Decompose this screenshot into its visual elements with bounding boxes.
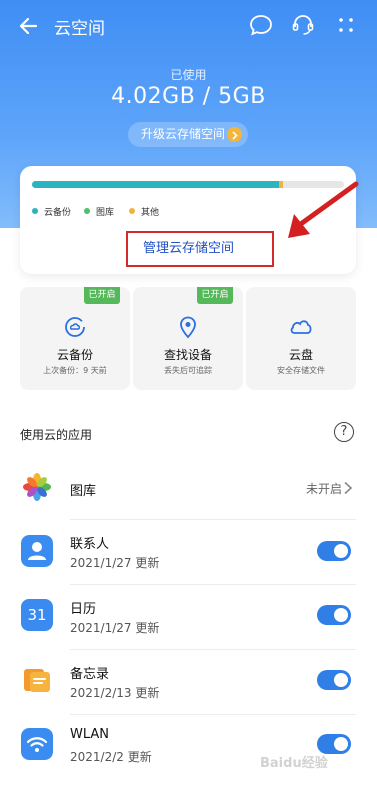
feature-name: 云备份 xyxy=(56,348,93,362)
app-name: 图库 xyxy=(70,484,97,499)
help-icon[interactable]: ? xyxy=(334,422,354,442)
feature-tile-cloud-drive[interactable]: 云盘 安全存储文件 xyxy=(246,287,356,390)
app-row-contacts: 联系人 2021/1/27 更新 xyxy=(0,520,377,585)
more-options-icon[interactable] xyxy=(333,12,359,38)
gallery-flower-icon xyxy=(23,473,51,501)
headset-support-icon[interactable] xyxy=(290,12,316,38)
upgrade-storage-label: 升级云存储空间 xyxy=(141,127,226,141)
legend-cloud-backup: 云备份 xyxy=(32,205,71,218)
app-update-date: 2021/1/27 更新 xyxy=(70,621,160,635)
location-pin-icon xyxy=(180,316,196,339)
feature-tile-cloud-backup[interactable]: 已开启 云备份 上次备份：9 天前 xyxy=(20,287,130,390)
legend-other: 其他 xyxy=(129,205,159,218)
feature-name: 云盘 xyxy=(288,348,313,362)
sync-toggle[interactable] xyxy=(317,670,351,690)
back-arrow-icon[interactable] xyxy=(16,12,44,40)
storage-usage-value: 4.02GB / 5GB xyxy=(111,84,266,109)
enabled-badge: 已开启 xyxy=(197,287,233,304)
feature-subtitle: 丢失后可追踪 xyxy=(164,366,212,375)
enabled-badge: 已开启 xyxy=(84,287,120,304)
app-name: 日历 xyxy=(70,602,97,617)
chevron-right-icon xyxy=(227,127,242,142)
cloud-backup-icon xyxy=(65,317,85,337)
feature-subtitle: 安全存储文件 xyxy=(277,366,325,375)
toggle-knob xyxy=(334,737,348,751)
sync-toggle[interactable] xyxy=(317,605,351,625)
app-status: 未开启 xyxy=(306,482,343,496)
app-row-calendar: 31 日历 2021/1/27 更新 xyxy=(0,585,377,650)
wifi-icon xyxy=(21,728,53,760)
upgrade-storage-button[interactable]: 升级云存储空间 xyxy=(128,122,248,147)
feature-tile-find-device[interactable]: 已开启 查找设备 丢失后可追踪 xyxy=(133,287,243,390)
legend-gallery: 图库 xyxy=(84,205,114,218)
app-update-date: 2021/2/13 更新 xyxy=(70,686,160,700)
toggle-knob xyxy=(334,544,348,558)
page-title: 云空间 xyxy=(54,19,105,39)
toggle-knob xyxy=(334,608,348,622)
app-name: WLAN xyxy=(70,727,110,742)
chevron-right-icon xyxy=(344,481,353,495)
message-icon[interactable] xyxy=(248,12,274,38)
app-row-notes: 备忘录 2021/2/13 更新 xyxy=(0,650,377,715)
navigation-bar: 云空间 xyxy=(0,0,377,52)
app-name: 联系人 xyxy=(70,537,110,552)
sync-toggle[interactable] xyxy=(317,734,351,754)
section-title: 使用云的应用 xyxy=(20,428,93,442)
usage-bar-main-segment xyxy=(32,181,279,188)
feature-subtitle: 上次备份：9 天前 xyxy=(43,366,107,375)
watermark: Baidu经验 xyxy=(260,756,328,771)
app-update-date: 2021/1/27 更新 xyxy=(70,556,160,570)
used-label: 已使用 xyxy=(170,68,207,82)
calendar-icon: 31 xyxy=(21,599,53,631)
manage-storage-link[interactable]: 管理云存储空间 xyxy=(143,237,234,256)
app-update-date: 2021/2/2 更新 xyxy=(70,750,152,764)
cloud-drive-icon xyxy=(290,320,312,334)
feature-name: 查找设备 xyxy=(163,348,212,362)
contacts-person-icon xyxy=(21,535,53,567)
toggle-knob xyxy=(334,673,348,687)
annotation-arrow-icon xyxy=(288,181,359,238)
app-row-gallery[interactable]: 图库 未开启 xyxy=(0,455,377,520)
notes-icon xyxy=(24,669,50,692)
sync-toggle[interactable] xyxy=(317,541,351,561)
app-name: 备忘录 xyxy=(70,667,110,682)
